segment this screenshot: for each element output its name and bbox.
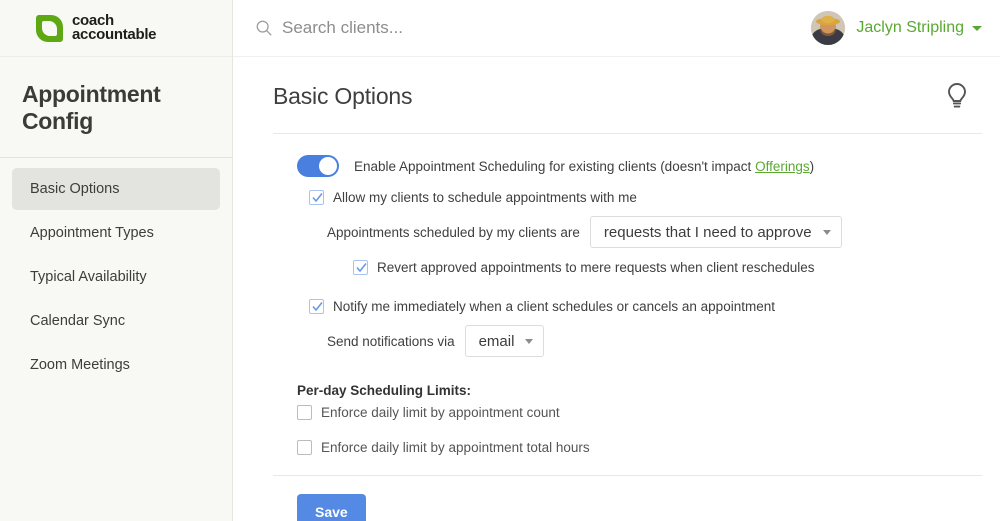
user-name: Jaclyn Stripling [856, 19, 964, 36]
save-button[interactable]: Save [297, 494, 366, 521]
revert-checkbox[interactable] [353, 260, 368, 275]
scheduled-by-label: Appointments scheduled by my clients are [327, 224, 580, 240]
search-icon [256, 20, 272, 36]
limit-by-hours-label: Enforce daily limit by appointment total… [321, 440, 590, 455]
content-header: Basic Options [273, 81, 982, 111]
options-form: Enable Appointment Scheduling for existi… [273, 134, 982, 455]
scheduled-by-value: requests that I need to approve [603, 223, 812, 241]
limit-by-count-label: Enforce daily limit by appointment count [321, 405, 560, 420]
sidebar-item-appointment-types[interactable]: Appointment Types [12, 212, 220, 254]
enable-scheduling-toggle[interactable] [297, 155, 339, 177]
offerings-link[interactable]: Offerings [755, 159, 810, 174]
allow-clients-label: Allow my clients to schedule appointment… [333, 190, 637, 205]
search-box[interactable] [255, 18, 811, 38]
sidebar-item-label: Appointment Types [30, 225, 154, 241]
avatar [811, 11, 846, 45]
sidebar-item-zoom-meetings[interactable]: Zoom Meetings [12, 344, 220, 386]
send-via-row: Send notifications via email [327, 325, 982, 357]
limit-by-hours-row: Enforce daily limit by appointment total… [297, 440, 982, 455]
enable-scheduling-text-after: ) [809, 158, 815, 174]
page-title: Basic Options [273, 83, 413, 109]
per-day-limits-title: Per-day Scheduling Limits: [297, 383, 472, 398]
brand-logo[interactable]: coach accountable [0, 0, 232, 57]
send-via-label: Send notifications via [327, 333, 455, 349]
scheduled-by-select[interactable]: requests that I need to approve [589, 216, 842, 248]
sidebar-page-heading: Appointment Config [22, 81, 161, 134]
main-panel: Jaclyn Stripling Basic Options [233, 0, 1000, 521]
limit-by-count-checkbox[interactable] [297, 405, 312, 420]
notify-checkbox[interactable] [309, 299, 324, 314]
chevron-down-icon [822, 229, 831, 235]
send-via-value: email [478, 332, 515, 350]
allow-clients-checkbox[interactable] [309, 190, 324, 205]
revert-row: Revert approved appointments to mere req… [353, 260, 982, 275]
app-root: coach accountable Appointment Config Bas… [0, 0, 1000, 521]
sidebar-item-label: Zoom Meetings [30, 357, 130, 373]
scheduled-by-row: Appointments scheduled by my clients are… [327, 216, 982, 248]
brand-name: coach accountable [72, 13, 157, 43]
content-area: Basic Options Enable Appointment Schedul… [233, 57, 1000, 521]
brand-name-line2: accountable [72, 26, 157, 43]
limit-by-hours-checkbox[interactable] [297, 440, 312, 455]
lightbulb-icon[interactable] [944, 81, 970, 111]
user-menu[interactable]: Jaclyn Stripling [811, 11, 982, 45]
leaf-logo-icon [36, 14, 63, 42]
sidebar-item-calendar-sync[interactable]: Calendar Sync [12, 300, 220, 342]
sidebar-item-typical-availability[interactable]: Typical Availability [12, 256, 220, 298]
sidebar-item-basic-options[interactable]: Basic Options [12, 168, 220, 210]
limit-by-count-row: Enforce daily limit by appointment count [297, 405, 982, 420]
enable-scheduling-label: Enable Appointment Scheduling for existi… [354, 159, 814, 174]
send-via-select[interactable]: email [464, 325, 545, 357]
form-bottom-divider [273, 475, 982, 476]
revert-label: Revert approved appointments to mere req… [377, 260, 815, 275]
sidebar: coach accountable Appointment Config Bas… [0, 0, 233, 521]
sidebar-item-label: Typical Availability [30, 269, 147, 285]
search-input[interactable] [282, 18, 702, 38]
topbar: Jaclyn Stripling [233, 0, 1000, 57]
sidebar-item-label: Basic Options [30, 181, 120, 197]
allow-clients-row: Allow my clients to schedule appointment… [309, 190, 982, 205]
chevron-down-icon [525, 338, 534, 344]
notify-row: Notify me immediately when a client sche… [309, 299, 982, 314]
per-day-limits-section: Per-day Scheduling Limits: Enforce daily… [297, 383, 982, 455]
chevron-down-icon [972, 25, 982, 31]
sidebar-item-label: Calendar Sync [30, 313, 126, 329]
notify-label: Notify me immediately when a client sche… [333, 299, 775, 314]
enable-scheduling-text-before: Enable Appointment Scheduling for existi… [354, 158, 756, 174]
enable-scheduling-row: Enable Appointment Scheduling for existi… [297, 155, 982, 177]
sidebar-nav: Basic Options Appointment Types Typical … [0, 158, 232, 386]
